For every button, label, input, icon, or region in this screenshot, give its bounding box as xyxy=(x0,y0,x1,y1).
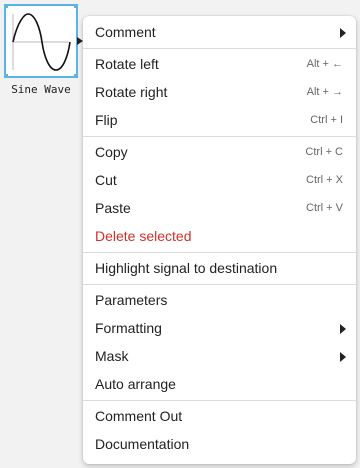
menu-item-label: Mask xyxy=(95,348,129,364)
menu-item-comment-out[interactable]: Comment Out xyxy=(83,402,356,430)
menu-item-copy[interactable]: Copy Ctrl + C xyxy=(83,138,356,166)
menu-item-paste[interactable]: Paste Ctrl + V xyxy=(83,194,356,222)
menu-item-highlight-signal-to-destination[interactable]: Highlight signal to destination xyxy=(83,254,356,282)
shortcut-hint: Ctrl + X xyxy=(306,174,343,186)
menu-item-label: Flip xyxy=(95,112,118,128)
menu-item-rotate-left[interactable]: Rotate left Alt + ← xyxy=(83,50,356,78)
menu-item-auto-arrange[interactable]: Auto arrange xyxy=(83,370,356,398)
shortcut-hint: Ctrl + I xyxy=(310,114,343,126)
menu-separator xyxy=(83,400,356,401)
block-name-label[interactable]: Sine Wave xyxy=(0,83,82,96)
menu-item-delete-selected[interactable]: Delete selected xyxy=(83,222,356,250)
resize-handle-bottom-right[interactable] xyxy=(74,74,78,78)
shortcut-hint: Ctrl + V xyxy=(306,202,343,214)
menu-item-label: Rotate right xyxy=(95,84,168,100)
menu-item-label: Parameters xyxy=(95,292,168,308)
menu-item-label: Comment Out xyxy=(95,408,183,424)
shortcut-hint: Ctrl + C xyxy=(305,146,343,158)
menu-separator xyxy=(83,284,356,285)
menu-item-comment[interactable]: Comment xyxy=(83,18,356,46)
menu-item-mask[interactable]: Mask xyxy=(83,342,356,370)
shortcut-hint: Alt + → xyxy=(306,86,343,98)
menu-item-label: Auto arrange xyxy=(95,376,176,392)
menu-item-documentation[interactable]: Documentation xyxy=(83,430,356,458)
resize-handle-top-right[interactable] xyxy=(74,4,78,8)
menu-separator xyxy=(83,48,356,49)
menu-item-label: Highlight signal to destination xyxy=(95,260,278,276)
submenu-arrow-icon xyxy=(340,352,346,362)
menu-item-flip[interactable]: Flip Ctrl + I xyxy=(83,106,356,134)
menu-item-label: Paste xyxy=(95,200,131,216)
menu-item-label: Formatting xyxy=(95,320,162,336)
menu-item-label: Documentation xyxy=(95,436,190,452)
menu-item-label: Delete selected xyxy=(95,228,192,244)
submenu-arrow-icon xyxy=(340,28,346,38)
sine-wave-block[interactable] xyxy=(4,4,78,78)
menu-item-rotate-right[interactable]: Rotate right Alt + → xyxy=(83,78,356,106)
menu-item-label: Copy xyxy=(95,144,128,160)
menu-separator xyxy=(83,252,356,253)
resize-handle-top-left[interactable] xyxy=(4,4,8,8)
menu-item-label: Comment xyxy=(95,24,156,40)
model-canvas: Sine Wave Comment Rotate left Alt + ← Rotat… xyxy=(0,0,360,468)
shortcut-hint: Alt + ← xyxy=(306,58,343,70)
menu-item-label: Cut xyxy=(95,172,117,188)
sine-wave-icon xyxy=(12,13,71,71)
submenu-arrow-icon xyxy=(340,324,346,334)
context-menu: Comment Rotate left Alt + ← Rotate right Alt… xyxy=(83,16,356,464)
menu-item-label: Rotate left xyxy=(95,56,159,72)
menu-item-cut[interactable]: Cut Ctrl + X xyxy=(83,166,356,194)
menu-item-parameters[interactable]: Parameters xyxy=(83,286,356,314)
menu-separator xyxy=(83,136,356,137)
menu-item-formatting[interactable]: Formatting xyxy=(83,314,356,342)
resize-handle-bottom-left[interactable] xyxy=(4,74,8,78)
